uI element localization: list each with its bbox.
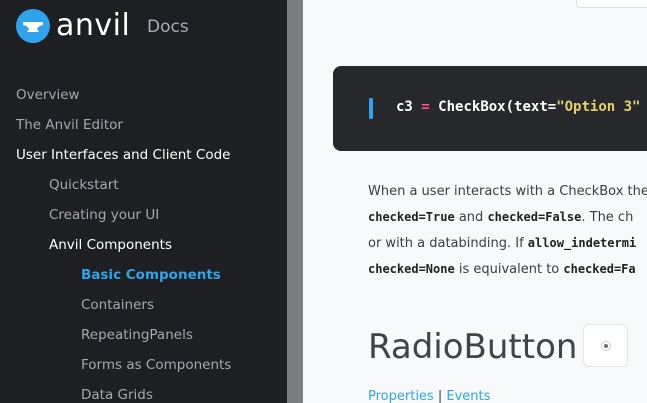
docs-label: Docs	[147, 17, 189, 37]
paragraph-text: or with a databinding. If	[368, 236, 528, 251]
sidebar-item-quickstart[interactable]: Quickstart	[49, 170, 119, 200]
sidebar-item-forms-as-components[interactable]: Forms as Components	[81, 350, 231, 380]
paragraph-text: and	[454, 210, 488, 225]
sidebar-scrollbar[interactable]	[287, 0, 303, 403]
logo-wordmark: anvil	[56, 8, 131, 43]
code-call: CheckBox(text=	[438, 99, 557, 115]
code-line: c3 = CheckBox(text="Option 3"	[396, 99, 640, 115]
link-separator: |	[433, 389, 447, 403]
main-content: c3 = CheckBox(text="Option 3" When a use…	[303, 0, 647, 403]
sidebar-item-basic-components[interactable]: Basic Components	[81, 260, 221, 290]
code-var: c3	[396, 99, 413, 115]
sidebar-item-repeating-panels[interactable]: RepeatingPanels	[81, 320, 193, 350]
section-links: Properties | Events	[368, 389, 490, 403]
sidebar-item-overview[interactable]: Overview	[16, 80, 80, 110]
radio-button-preview	[583, 324, 628, 367]
section-heading: RadioButton	[368, 327, 578, 367]
code-cursor-bar	[369, 98, 373, 119]
inline-code: checked=None	[368, 262, 455, 276]
paragraph-line-1: When a user interacts with a CheckBox th…	[368, 184, 647, 199]
sidebar-item-user-interfaces[interactable]: User Interfaces and Client Code	[16, 140, 230, 170]
sidebar-item-anvil-components[interactable]: Anvil Components	[49, 230, 172, 260]
inline-code: checked=Fa	[563, 262, 636, 276]
paragraph-line-4: checked=None is equivalent to checked=Fa	[368, 262, 636, 277]
inline-code: allow_indetermi	[527, 236, 637, 250]
top-panel-edge	[576, 0, 647, 8]
sidebar-item-anvil-editor[interactable]: The Anvil Editor	[16, 110, 123, 140]
properties-link[interactable]: Properties	[368, 389, 434, 403]
anvil-logo[interactable]: anvil	[16, 8, 130, 44]
sidebar: anvil Docs Overview The Anvil Editor Use…	[0, 0, 287, 403]
anvil-icon	[16, 9, 50, 43]
inline-code: checked=True	[368, 210, 455, 224]
inline-code: checked=False	[487, 210, 582, 224]
paragraph-text: . The ch	[581, 210, 634, 225]
paragraph-text: When a user interacts with a CheckBox th…	[368, 184, 647, 199]
paragraph-line-2: checked=True and checked=False. The ch	[368, 210, 633, 225]
code-operator: =	[421, 99, 430, 115]
sidebar-item-data-grids[interactable]: Data Grids	[81, 380, 153, 403]
paragraph-line-3: or with a databinding. If allow_indeterm…	[368, 236, 636, 251]
code-block: c3 = CheckBox(text="Option 3"	[333, 66, 647, 151]
sidebar-item-creating-ui[interactable]: Creating your UI	[49, 200, 159, 230]
sidebar-item-containers[interactable]: Containers	[81, 290, 154, 320]
code-string: "Option 3"	[556, 99, 641, 115]
events-link[interactable]: Events	[446, 389, 490, 403]
radio-icon	[601, 341, 611, 351]
paragraph-text: is equivalent to	[454, 262, 564, 277]
